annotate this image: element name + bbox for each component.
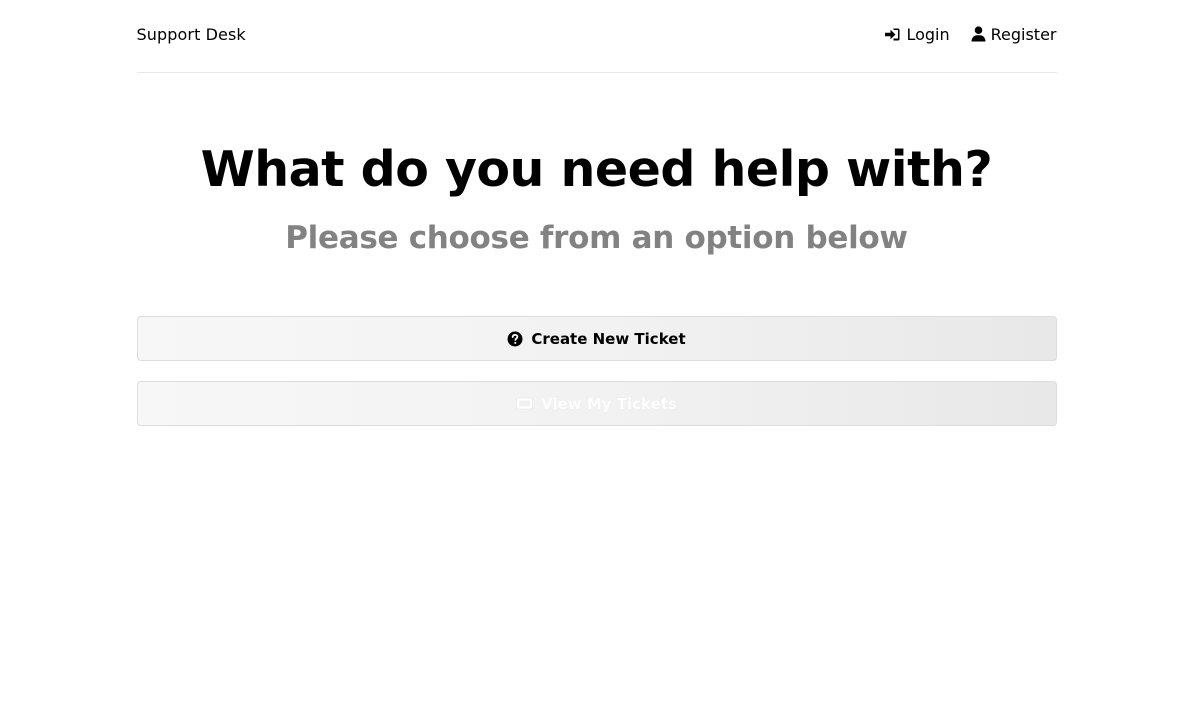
logo-link[interactable]: Support Desk	[137, 25, 246, 44]
create-ticket-label: Create New Ticket	[531, 329, 686, 348]
question-circle-icon	[507, 331, 523, 347]
hero-heading: What do you need help with? Please choos…	[137, 141, 1057, 258]
view-tickets-label: View My Tickets	[541, 394, 677, 413]
register-link[interactable]: Register	[971, 25, 1057, 44]
login-label: Login	[906, 24, 950, 44]
register-label: Register	[990, 24, 1057, 44]
nav-menu: Login Register	[884, 24, 1057, 44]
nav-item-register: Register	[971, 25, 1057, 44]
nav-item-login: Login	[884, 24, 950, 44]
view-tickets-button[interactable]: View My Tickets	[136, 381, 1057, 426]
create-ticket-button[interactable]: Create New Ticket	[136, 316, 1057, 361]
ticket-icon	[516, 397, 533, 410]
login-link[interactable]: Login	[884, 24, 950, 44]
app-container: Support Desk Login Register What do you …	[136, 0, 1057, 426]
user-icon	[971, 26, 986, 42]
page-title: What do you need help with?	[200, 141, 993, 198]
page-subtitle: Please choose from an option below	[285, 220, 908, 256]
sign-in-icon	[884, 27, 901, 42]
site-header: Support Desk Login Register	[136, 0, 1057, 73]
action-buttons: Create New Ticket View My Tickets	[136, 316, 1057, 426]
